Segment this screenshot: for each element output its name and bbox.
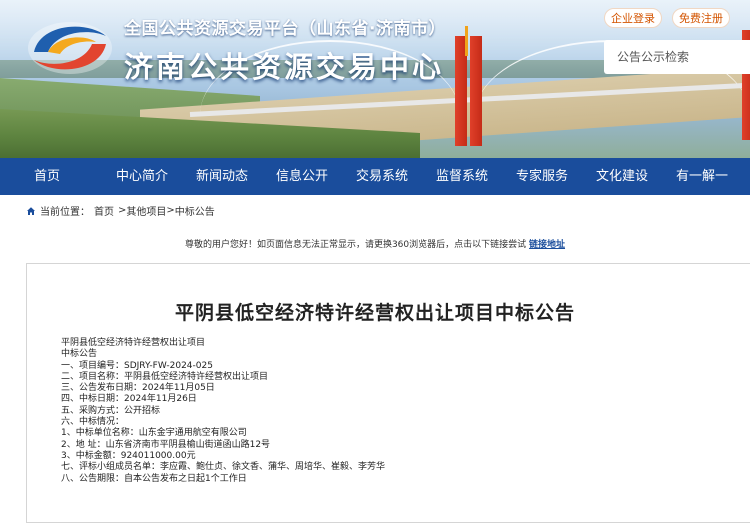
breadcrumb-separator: > xyxy=(166,205,175,216)
nav-item-about[interactable]: 中心简介 xyxy=(102,158,182,195)
nav-item-disclosure[interactable]: 信息公开 xyxy=(262,158,342,195)
nav-item-supervision[interactable]: 监督系统 xyxy=(422,158,502,195)
body-line: 六、中标情况： xyxy=(61,417,125,428)
body-line: 中标公告 xyxy=(61,349,98,360)
bridge-tower xyxy=(470,36,482,146)
free-register-button[interactable]: 免费注册 xyxy=(672,8,730,28)
nav-item-culture[interactable]: 文化建设 xyxy=(582,158,662,195)
browser-notice-text: 尊敬的用户您好！如页面信息无法正常显示，请更换360浏览器后，点击以下链接尝试 xyxy=(184,240,527,250)
construction-crane xyxy=(465,26,468,56)
breadcrumb-other-projects-link[interactable]: 其他项目 xyxy=(126,203,166,218)
breadcrumb: 当前位置： 首页 > 其他项目 > 中标公告 xyxy=(26,203,219,218)
body-line: 1、中标单位名称：山东金宇通用航空有限公司 xyxy=(61,428,247,439)
home-icon xyxy=(27,206,35,215)
body-line: 七、评标小组成员名单：李应霞、鲍仕贞、徐文香、蒲华、周培华、崔毅、李芳华 xyxy=(61,462,386,473)
enterprise-login-button[interactable]: 企业登录 xyxy=(604,8,662,28)
browser-notice: 尊敬的用户您好！如页面信息无法正常显示，请更换360浏览器后，点击以下链接尝试 … xyxy=(0,237,750,250)
body-line: 八、公告期限：自本公告发布之日起1个工作日 xyxy=(61,473,247,484)
body-line: 平阴县低空经济特许经营权出让项目 xyxy=(61,338,206,348)
site-title: 济南公共资源交易中心 xyxy=(124,50,445,84)
body-line: 三、公告发布日期：2024年11月05日 xyxy=(61,383,215,394)
body-line: 四、中标日期：2024年11月26日 xyxy=(61,394,197,405)
document-body: 平阴县低空经济特许经营权出让项目 中标公告 一、项目编号：SDJRY-FW-20… xyxy=(61,338,385,485)
nav-item-feedback[interactable]: 有一解一 xyxy=(662,158,742,195)
breadcrumb-award-notice-link[interactable]: 中标公告 xyxy=(175,203,215,218)
header-banner: 全国公共资源交易平台（山东省·济南市） 济南公共资源交易中心 企业登录 免费注册 xyxy=(0,0,750,158)
document-title: 平阴县低空经济特许经营权出让项目中标公告 xyxy=(174,302,575,324)
nav-item-news[interactable]: 新闻动态 xyxy=(182,158,262,195)
alternate-link[interactable]: 链接地址 xyxy=(529,240,565,250)
nav-item-experts[interactable]: 专家服务 xyxy=(502,158,582,195)
body-line: 五、采购方式：公开招标 xyxy=(61,405,161,416)
search-input[interactable] xyxy=(617,50,750,64)
nav-item-trading[interactable]: 交易系统 xyxy=(342,158,422,195)
body-line: 3、中标金额：924011000.00元 xyxy=(61,450,196,461)
body-line: 2、地 址：山东省济南市平阴县榆山街道函山路12号 xyxy=(61,439,271,450)
body-line: 一、项目编号：SDJRY-FW-2024-025 xyxy=(61,360,213,371)
breadcrumb-prefix: 当前位置： xyxy=(40,207,90,218)
breadcrumb-home-link[interactable]: 首页 xyxy=(94,203,114,218)
search-box xyxy=(604,40,750,74)
platform-title: 全国公共资源交易平台（山东省·济南市） xyxy=(124,19,446,39)
main-nav: 首页 中心简介 新闻动态 信息公开 交易系统 监督系统 专家服务 文化建设 有一… xyxy=(0,158,750,195)
body-line: 二、项目名称：平阴县低空经济特许经营权出让项目 xyxy=(61,371,269,382)
nav-item-home[interactable]: 首页 xyxy=(34,158,102,195)
center-logo-icon xyxy=(28,22,112,74)
breadcrumb-separator: > xyxy=(118,205,127,216)
